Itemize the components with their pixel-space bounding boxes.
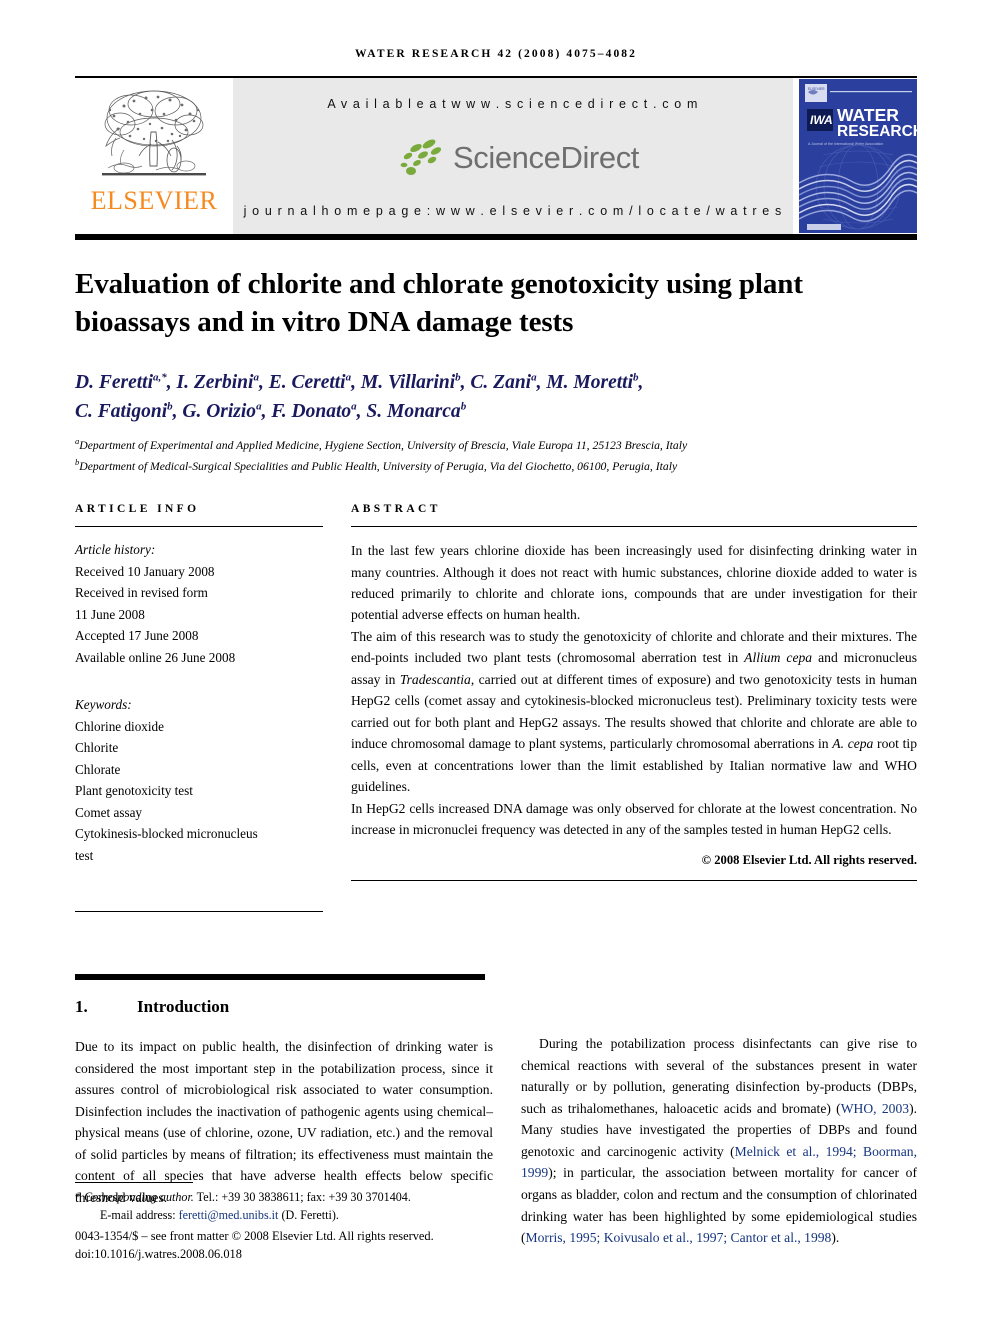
abstract-paragraph: The aim of this research was to study th… (351, 628, 918, 795)
sciencedirect-leaf-icon (400, 139, 442, 175)
email-owner: (D. Feretti). (281, 1208, 339, 1223)
running-head: Water Research 42 (2008) 4075–4082 (354, 48, 638, 60)
email-link[interactable]: feretti@med.unibs.it (179, 1208, 279, 1222)
intro-text-part-4: ). (831, 1230, 840, 1246)
svg-text:A Journal of the International: A Journal of the International Water Ass… (808, 142, 883, 146)
sciencedirect-banner: A v a i l a b l e a t w w w . s c i e n … (233, 78, 793, 234)
article-history: Article history: Received 10 January 200… (75, 539, 323, 668)
affiliation-a: aDepartment of Experimental and Applied … (75, 436, 688, 452)
email-note: E-mail address: feretti@med.unibs.it (D.… (75, 1206, 495, 1224)
history-item: Received 10 January 2008 (75, 563, 215, 579)
doi-line: doi:10.1016/j.watres.2008.06.018 (75, 1247, 242, 1262)
corresponding-author-contact: Tel.: +39 30 3838611; fax: +39 30 370140… (196, 1190, 411, 1204)
keyword-item: Chlorine dioxide (75, 718, 165, 734)
svg-text:ELSEVIER: ELSEVIER (808, 87, 825, 91)
author-line-1: D. Ferettia,*, I. Zerbinia, E. Cerettia,… (75, 371, 644, 393)
keyword-item: Chlorate (75, 761, 121, 777)
intro-paragraph-right: During the potabilization process disinf… (521, 1033, 917, 1248)
keyword-item: Comet assay (75, 804, 143, 820)
keyword-item: Chlorite (75, 740, 119, 756)
keywords-block: Keywords: Chlorine dioxide Chlorite Chlo… (75, 694, 323, 866)
section-number: 1. (75, 997, 88, 1017)
svg-text:WATER: WATER (837, 105, 899, 125)
article-title: Evaluation of chlorite and chlorate geno… (75, 268, 803, 339)
abstract-paragraph: In HepG2 cells increased DNA damage was … (351, 800, 917, 838)
citation-link[interactable]: Morris, 1995; Koivusalo et al., 1997; Ca… (526, 1230, 832, 1245)
abstract-body: In the last few years chlorine dioxide h… (351, 540, 917, 841)
elsevier-wordmark: ELSEVIER (90, 186, 218, 215)
corresponding-author-label: Corresponding author. (84, 1190, 194, 1204)
article-info-closing-rule (75, 911, 323, 913)
article-info-heading: ARTICLE INFO (75, 503, 200, 516)
affiliation-b: bDepartment of Medical-Surgical Speciali… (75, 457, 678, 473)
article-history-label: Article history: (75, 542, 156, 558)
title-area: Evaluation of chlorite and chlorate geno… (75, 240, 917, 476)
abstract-column: ABSTRACT In the last few years chlorine … (351, 503, 917, 912)
email-label: E-mail address: (100, 1208, 176, 1223)
front-matter-line: 0043-1354/$ – see front matter © 2008 El… (75, 1229, 434, 1244)
sciencedirect-logo: ScienceDirect (387, 138, 639, 178)
article-info-rule (75, 526, 323, 528)
elsevier-logo-block: ELSEVIER (75, 78, 233, 234)
introduction-heading: 1. Introduction (75, 997, 493, 1017)
abstract-paragraph: In the last few years chlorine dioxide h… (351, 543, 917, 623)
corresponding-marker: * (75, 1190, 82, 1204)
abstract-rule (351, 526, 917, 528)
keyword-item: Plant genotoxicity test (75, 783, 193, 799)
masthead: ELSEVIER A v a i l a b l e a t w w w . s… (75, 76, 917, 240)
citation-link[interactable]: WHO, 2003 (841, 1101, 909, 1116)
journal-article-page: Water Research 42 (2008) 4075–4082 (0, 0, 992, 1323)
history-item: Received in revised form (75, 585, 208, 601)
water-research-cover-image: ELSEVIER IWA WATER RESEARCH A Journal of… (799, 79, 917, 233)
info-abstract-columns: ARTICLE INFO Article history: Received 1… (75, 503, 917, 913)
sciencedirect-wordmark: ScienceDirect (452, 139, 640, 175)
abstract-closing-rule (351, 879, 917, 881)
author-line-2: C. Fatigonib, G. Orizioa, F. Donatoa, S.… (75, 400, 467, 422)
svg-text:IWA: IWA (810, 113, 833, 127)
section-title: Introduction (137, 997, 230, 1017)
elsevier-tree-icon (102, 90, 206, 176)
author-list: D. Ferettia,*, I. Zerbinia, E. Cerettia,… (75, 368, 865, 427)
journal-homepage-text: j o u r n a l h o m e p a g e : w w w . … (243, 204, 783, 218)
footnote-block: * Corresponding author. Tel.: +39 30 383… (75, 1182, 495, 1264)
keyword-item: test (75, 847, 94, 863)
footnote-rule (75, 1182, 193, 1183)
keyword-item: Cytokinesis-blocked micronucleus (75, 826, 258, 842)
keywords-label: Keywords: (75, 697, 132, 713)
svg-text:RESEARCH: RESEARCH (837, 123, 917, 140)
history-item: Accepted 17 June 2008 (75, 628, 199, 644)
copyright-line: © 2008 Elsevier Ltd. All rights reserved… (701, 852, 917, 867)
history-item: 11 June 2008 (75, 606, 145, 622)
history-item: Available online 26 June 2008 (75, 649, 236, 665)
available-at-text: A v a i l a b l e a t w w w . s c i e n … (327, 97, 699, 111)
journal-cover-block: ELSEVIER IWA WATER RESEARCH A Journal of… (793, 78, 917, 234)
abstract-heading: ABSTRACT (351, 503, 441, 516)
article-info-column: ARTICLE INFO Article history: Received 1… (75, 503, 323, 913)
body-column-right: During the potabilization process disinf… (521, 980, 917, 1248)
corresponding-author-note: * Corresponding author. Tel.: +39 30 383… (75, 1188, 495, 1206)
